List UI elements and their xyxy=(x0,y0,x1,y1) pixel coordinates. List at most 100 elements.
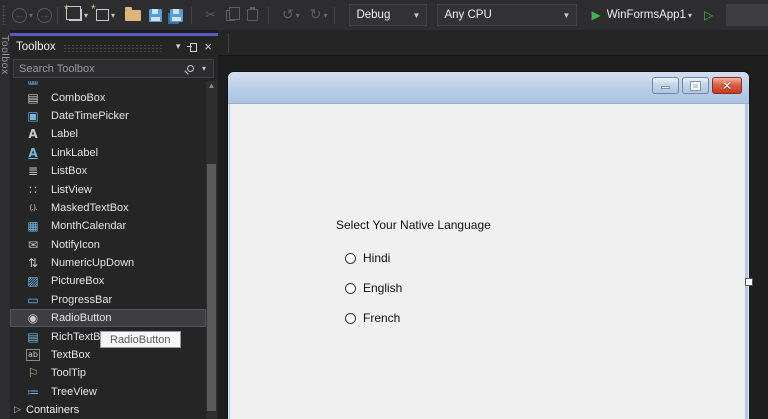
close-icon: ✕ xyxy=(721,78,733,93)
toolbox-item-label: NotifyIcon xyxy=(51,238,100,251)
toolbox-item-icon: ab xyxy=(26,349,40,362)
toolbox-item-label: ProgressBar xyxy=(51,293,113,306)
toolbox-item-label: ListBox xyxy=(51,165,88,178)
toolbox-item-label: TextBox xyxy=(51,349,91,362)
toolbox-item-label[interactable]: A Label xyxy=(10,125,206,143)
back-dropdown-icon[interactable]: ▾ xyxy=(29,11,33,20)
start-debugging-icon[interactable]: ▶ xyxy=(591,8,600,22)
maximize-button[interactable] xyxy=(682,77,709,94)
save-icon[interactable] xyxy=(149,8,163,22)
toolbox-item-progressbar[interactable]: ▭ ProgressBar xyxy=(10,291,206,309)
solution-platform-dropdown[interactable]: Any CPU ▼ xyxy=(437,4,578,26)
form-client-area[interactable]: Select Your Native Language Hindi Englis… xyxy=(230,104,745,419)
toolbox-item-icon: ▭ xyxy=(27,292,39,307)
form-resize-handle[interactable] xyxy=(745,278,753,286)
expand-arrow-icon: ▷ xyxy=(14,405,21,416)
radio-circle-icon[interactable] xyxy=(345,312,356,324)
radio-circle-icon[interactable] xyxy=(345,282,356,294)
toolbox-item-notifyicon[interactable]: ✉ NotifyIcon xyxy=(10,236,206,254)
radio-circle-icon[interactable] xyxy=(345,252,356,264)
toolbox-header[interactable]: Toolbox ▾ × xyxy=(10,36,218,57)
search-options-icon[interactable]: ▾ xyxy=(202,64,206,73)
toolbar-separator xyxy=(334,6,336,24)
new-project-dropdown-icon[interactable]: ▾ xyxy=(84,11,88,20)
search-input[interactable] xyxy=(19,62,187,75)
form-titlebar[interactable]: ✕ xyxy=(228,72,749,104)
close-icon[interactable]: × xyxy=(204,40,212,53)
toolbar-grip[interactable] xyxy=(2,5,6,25)
toolbox-item-numericupdown[interactable]: ⇅ NumericUpDown xyxy=(10,254,206,272)
radio-label: English xyxy=(363,281,403,295)
winforms-designed-form[interactable]: ✕ Select Your Native Language Hindi Engl… xyxy=(228,72,749,419)
navigate-forward-icon[interactable]: → xyxy=(37,7,53,23)
panel-drag-texture xyxy=(62,43,164,53)
toolbox-scrollbar[interactable]: ▲ xyxy=(206,81,217,419)
window-position-icon[interactable]: ▾ xyxy=(176,41,181,52)
chevron-down-icon: ▼ xyxy=(562,10,571,20)
toolbox-item-label: LinkLabel xyxy=(51,146,99,159)
toolbox-item-icon: (.). xyxy=(29,203,37,213)
startup-project-button[interactable]: WinFormsApp1 xyxy=(607,9,686,21)
scrollbar-thumb[interactable] xyxy=(207,164,216,411)
toolbox-item-maskedtextbox[interactable]: (.). MaskedTextBox xyxy=(10,199,206,217)
start-without-debugging-icon[interactable]: ▷ xyxy=(704,8,713,22)
toolbox-item-picturebox[interactable]: ▨ PictureBox xyxy=(10,272,206,290)
toolbox-category-label: Containers xyxy=(26,404,80,417)
toolbox-item-datetimepicker[interactable]: ▣ DateTimePicker xyxy=(10,107,206,125)
sparkle-icon: * xyxy=(91,2,96,16)
toolbox-item-icon: ▣ xyxy=(27,108,39,123)
save-all-icon[interactable] xyxy=(170,8,184,22)
paste-icon[interactable] xyxy=(246,7,258,21)
undo-icon[interactable]: ↺ xyxy=(282,7,294,23)
toolbox-category-containers[interactable]: ▷ Containers xyxy=(10,401,206,419)
radio-button-hindi[interactable]: Hindi xyxy=(345,251,390,265)
toolbox-item-combobox[interactable]: ▤ ComboBox xyxy=(10,88,206,106)
radio-label: Hindi xyxy=(363,251,391,265)
new-file-dropdown-icon[interactable]: ▾ xyxy=(111,11,115,20)
redo-dropdown-icon[interactable]: ▾ xyxy=(323,11,327,20)
solution-configuration-value: Debug xyxy=(356,9,391,21)
auto-hide-pin-icon[interactable] xyxy=(187,43,198,52)
toolbox-item-icon: ≣ xyxy=(27,164,39,179)
toolbox-item-monthcalendar[interactable]: ▦ MonthCalendar xyxy=(10,217,206,235)
solution-configuration-dropdown[interactable]: Debug ▼ xyxy=(349,4,428,26)
undo-dropdown-icon[interactable]: ▾ xyxy=(296,11,300,20)
toolbox-item-icon: ▦ xyxy=(27,219,39,234)
navigate-back-icon[interactable]: ← xyxy=(12,7,27,23)
toolbox-item-listview[interactable]: ∷ ListView xyxy=(10,180,206,198)
open-folder-icon[interactable] xyxy=(125,6,142,21)
search-icon[interactable] xyxy=(186,65,194,72)
toolbox-item-label: ListView xyxy=(51,183,92,196)
startup-project-dropdown-icon[interactable]: ▾ xyxy=(688,11,692,20)
toolbox-item-linklabel[interactable]: A LinkLabel xyxy=(10,144,206,162)
new-file-button[interactable]: * xyxy=(90,2,110,27)
new-project-button[interactable]: * xyxy=(63,2,83,27)
toolbox-item-radiobutton[interactable]: ◉ RadioButton xyxy=(10,309,206,328)
toolbar-separator xyxy=(191,6,193,24)
radio-button-english[interactable]: English xyxy=(345,281,402,295)
cut-icon[interactable]: ✂ xyxy=(205,8,216,23)
toolbox-item-partial[interactable]: ▥ xyxy=(10,81,206,88)
toolbox-item-treeview[interactable]: ≔ TreeView xyxy=(10,383,206,401)
designer-surface: ✕ Select Your Native Language Hindi Engl… xyxy=(218,30,768,419)
toolbox-item-textbox[interactable]: ab TextBox xyxy=(10,346,206,364)
close-button[interactable]: ✕ xyxy=(712,77,742,94)
form-label: Select Your Native Language xyxy=(336,218,491,232)
toolbox-item-label: TreeView xyxy=(51,385,97,398)
toolbox-search-box[interactable]: ▾ xyxy=(13,59,214,78)
redo-icon[interactable]: ↻ xyxy=(310,7,322,23)
toolbox-item-icon: A xyxy=(28,127,38,142)
toolbox-tooltip: RadioButton xyxy=(100,331,181,348)
copy-icon[interactable] xyxy=(225,6,240,21)
toolbox-item-label: PictureBox xyxy=(51,275,105,288)
toolbox-item-listbox[interactable]: ≣ ListBox xyxy=(10,162,206,180)
toolbox-item-label: MonthCalendar xyxy=(51,220,127,233)
sparkle-icon: * xyxy=(64,2,69,16)
toolbox-item-icon: ▤ xyxy=(27,329,39,344)
minimize-button[interactable] xyxy=(652,77,679,94)
toolbox-item-label: Label xyxy=(51,128,78,141)
toolbox-item-tooltip[interactable]: ⚐ ToolTip xyxy=(10,364,206,382)
scroll-up-icon[interactable]: ▲ xyxy=(206,81,217,91)
radio-button-french[interactable]: French xyxy=(345,311,400,325)
chevron-down-icon: ▼ xyxy=(412,10,421,20)
